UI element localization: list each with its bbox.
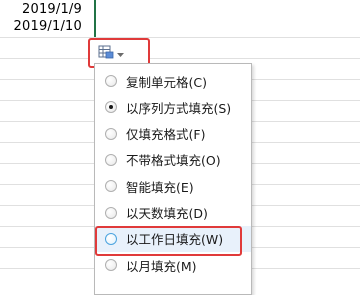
cell-date[interactable]: 2019/1/9 <box>22 2 82 17</box>
menu-item-label: 复制单元格(C) <box>126 74 207 90</box>
menu-item-label: 以工作日填充(W) <box>126 232 224 248</box>
radio-button[interactable] <box>105 259 117 272</box>
grid-row-line <box>0 58 360 59</box>
fill-options-icon <box>98 45 114 64</box>
selected-cell-range[interactable]: 2019/1/9 2019/1/10 <box>0 0 96 37</box>
radio-button[interactable] <box>105 75 117 87</box>
menu-item-label: 以月填充(M) <box>126 258 197 274</box>
menu-item-flash-fill[interactable]: 智能填充(E) <box>95 173 251 199</box>
radio-button[interactable] <box>105 153 117 166</box>
menu-item-label: 不带格式填充(O) <box>126 153 221 169</box>
menu-item-label: 仅填充格式(F) <box>126 127 206 143</box>
menu-item-fill-series[interactable]: 以序列方式填充(S) <box>95 94 251 120</box>
menu-item-label: 以序列方式填充(S) <box>126 100 232 116</box>
radio-button[interactable] <box>105 180 117 193</box>
radio-button[interactable] <box>105 232 117 245</box>
menu-item-fill-formatting-only[interactable]: 仅填充格式(F) <box>95 121 251 147</box>
menu-item-copy-cells[interactable]: 复制单元格(C) <box>95 68 251 94</box>
radio-button[interactable] <box>105 206 117 219</box>
cell-date[interactable]: 2019/1/10 <box>14 19 82 34</box>
menu-item-fill-without-formatting[interactable]: 不带格式填充(O) <box>95 147 251 173</box>
menu-item-fill-weekdays[interactable]: 以工作日填充(W) <box>95 225 251 252</box>
chevron-down-icon <box>117 45 124 63</box>
menu-item-fill-days[interactable]: 以天数填充(D) <box>95 200 251 226</box>
grid-row-line <box>0 37 360 38</box>
auto-fill-options-button[interactable] <box>98 45 130 64</box>
auto-fill-options-menu: 复制单元格(C) 以序列方式填充(S) 仅填充格式(F) 不带格式填充(O) 智能填充(… <box>94 63 252 295</box>
radio-button[interactable] <box>105 101 117 114</box>
radio-button[interactable] <box>105 127 117 140</box>
menu-item-label: 以天数填充(D) <box>126 206 208 221</box>
menu-item-label: 智能填充(E) <box>126 179 194 195</box>
menu-item-fill-months[interactable]: 以月填充(M) <box>95 252 251 278</box>
